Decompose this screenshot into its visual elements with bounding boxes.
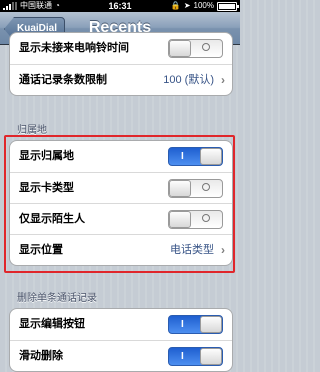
on-mark-icon: I — [181, 351, 184, 362]
missed-call-ring-time-switch[interactable] — [168, 39, 223, 58]
switch-knob — [200, 316, 222, 333]
on-mark-icon: I — [181, 319, 184, 330]
row-swipe-delete[interactable]: 滑动删除 I — [10, 340, 232, 371]
section-header-guishu: 归属地 — [17, 125, 47, 136]
status-right: 🔒 ➤ 100% — [170, 0, 239, 12]
switch-knob — [169, 40, 191, 57]
status-bar: 中国联通 ◔ 16:31 🔒 ➤ 100% — [0, 0, 240, 12]
show-edit-button-switch[interactable]: I — [168, 315, 223, 334]
group-top: 显示未接来电响铃时间 通话记录条数限制 100 (默认) › — [9, 32, 233, 96]
off-mark-icon — [202, 43, 210, 51]
row-label: 显示未接来电响铃时间 — [19, 42, 129, 54]
battery-percent: 100% — [193, 1, 214, 10]
switch-knob — [200, 348, 222, 365]
row-value: 100 (默认) — [163, 74, 214, 86]
lock-icon: 🔒 — [170, 1, 181, 10]
chevron-right-icon: › — [221, 73, 225, 87]
row-label: 通话记录条数限制 — [19, 74, 107, 86]
group-delete: 显示编辑按钮 I 滑动删除 I — [9, 308, 233, 372]
highlight-box — [4, 135, 235, 273]
section-header-delete: 删除单条通话记录 — [17, 293, 97, 304]
row-call-log-limit[interactable]: 通话记录条数限制 100 (默认) › — [10, 64, 232, 95]
location-icon: ➤ — [183, 1, 191, 10]
row-label: 滑动删除 — [19, 350, 63, 362]
row-missed-call-ring-time[interactable]: 显示未接来电响铃时间 — [10, 33, 232, 64]
swipe-delete-switch[interactable]: I — [168, 347, 223, 366]
row-show-edit-button[interactable]: 显示编辑按钮 I — [10, 309, 232, 340]
row-label: 显示编辑按钮 — [19, 318, 85, 330]
battery-icon — [217, 1, 239, 11]
